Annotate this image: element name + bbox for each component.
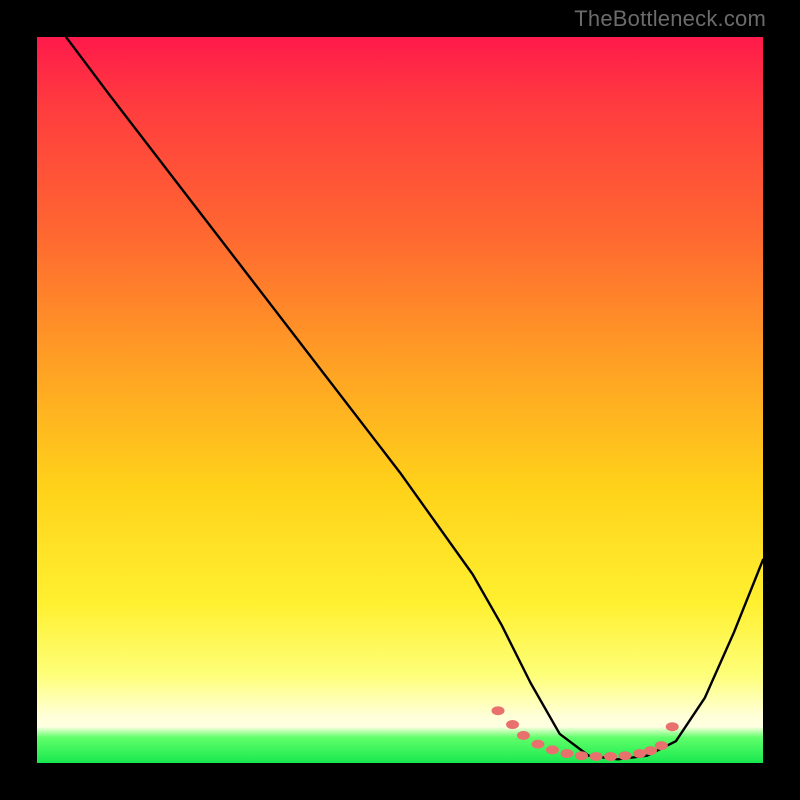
watermark-text: TheBottleneck.com [574, 6, 766, 32]
highlight-dot [575, 751, 588, 760]
highlight-dot [590, 752, 603, 761]
highlight-dot [604, 752, 617, 761]
curve-path [66, 37, 763, 759]
bottleneck-curve [66, 37, 763, 759]
highlight-dot [517, 731, 530, 740]
chart-svg [37, 37, 763, 763]
highlight-dot [531, 740, 544, 749]
highlight-dot [546, 745, 559, 754]
plot-area [37, 37, 763, 763]
highlight-dot [644, 746, 657, 755]
highlight-dot [492, 706, 505, 715]
highlight-dot [666, 722, 679, 731]
chart-frame: TheBottleneck.com [0, 0, 800, 800]
highlight-dot [560, 749, 573, 758]
highlight-dots [492, 706, 679, 761]
highlight-dot [506, 720, 519, 729]
highlight-dot [655, 741, 668, 750]
highlight-dot [619, 751, 632, 760]
